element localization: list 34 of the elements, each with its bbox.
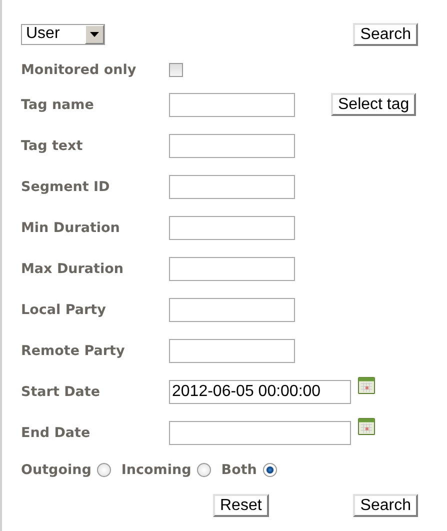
field-label: Local Party	[21, 302, 107, 318]
field-label: Max Duration	[21, 260, 125, 276]
direction-radio[interactable]	[197, 463, 212, 477]
direction-radio[interactable]	[97, 463, 112, 477]
date-field[interactable]: 2012-06-05 00:00:00	[169, 380, 351, 404]
field-label: Segment ID	[21, 178, 111, 194]
calendar-icon[interactable]	[358, 377, 375, 394]
field-label: End Date	[21, 424, 92, 440]
monitored-checkbox[interactable]	[169, 63, 183, 77]
field-label: Remote Party	[21, 342, 126, 358]
type-dropdown[interactable]: User	[21, 24, 105, 44]
direction-radio[interactable]	[262, 463, 277, 477]
text-field[interactable]	[169, 256, 295, 280]
radio-label: Both	[221, 462, 257, 478]
text-field[interactable]	[169, 92, 295, 116]
reset-button[interactable]: Reset	[213, 494, 269, 516]
field-label: Tag name	[21, 96, 95, 112]
calendar-icon[interactable]	[358, 418, 375, 435]
radio-label: Incoming	[121, 462, 192, 478]
text-field[interactable]	[169, 134, 295, 158]
radio-label: Outgoing	[21, 462, 92, 478]
date-field[interactable]	[169, 420, 351, 444]
search-button[interactable]: Search	[353, 494, 418, 516]
field-label: Tag text	[21, 138, 84, 154]
text-field[interactable]	[169, 298, 295, 322]
field-label: Monitored only	[21, 62, 138, 78]
search-button[interactable]: Search	[353, 22, 418, 46]
select-tag-button[interactable]: Select tag	[331, 93, 416, 116]
text-field[interactable]	[169, 174, 295, 198]
text-field[interactable]	[169, 338, 295, 362]
dropdown-arrow-icon	[90, 32, 99, 36]
field-label: Min Duration	[21, 220, 121, 236]
field-label: Start Date	[21, 384, 102, 400]
text-field[interactable]	[169, 216, 295, 240]
